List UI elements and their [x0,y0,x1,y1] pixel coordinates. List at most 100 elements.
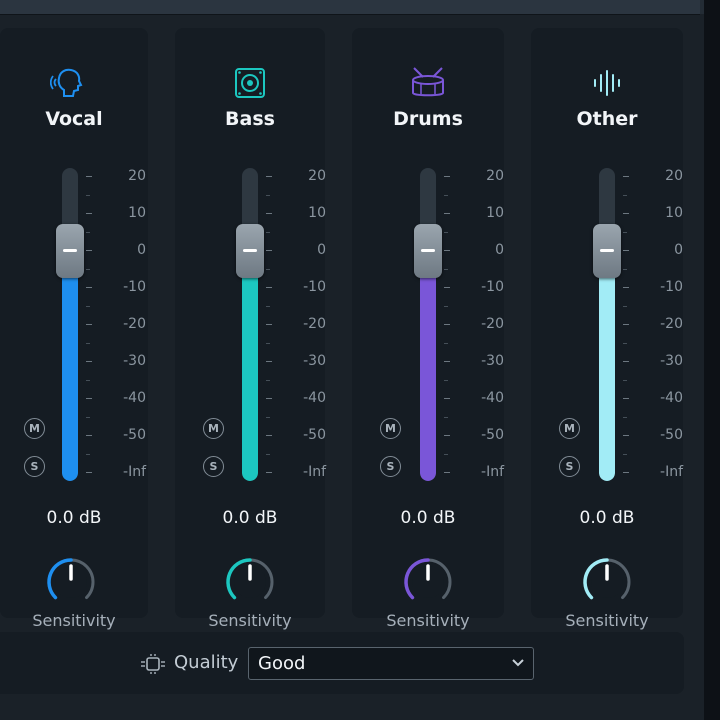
scale-tick [444,213,450,214]
scale-minor-tick [623,305,627,307]
chevron-down-icon [512,659,524,667]
scale-minor-tick [266,194,270,196]
solo-button[interactable]: S [24,456,45,477]
scale-tick [266,435,272,436]
scale-label: -20 [123,316,146,332]
scale-label: -Inf [660,464,683,480]
strip-name: Other [576,108,638,130]
scale-tick [266,324,272,325]
fader-track[interactable] [599,168,615,481]
waveform-icon [594,70,620,96]
vocal-head-icon [50,68,83,97]
scale-label: -10 [481,279,504,295]
scale-minor-tick [86,194,90,196]
fader-handle[interactable] [56,224,84,278]
chip-icon [141,654,165,674]
scale-minor-tick [444,305,448,307]
db-value: 0.0 dB [222,508,278,528]
scale-minor-tick [86,416,90,418]
sensitivity-knob[interactable] [402,556,454,608]
scale-label: -40 [303,390,326,406]
sensitivity-knob[interactable] [45,556,97,608]
solo-button[interactable]: S [380,456,401,477]
scale-minor-tick [444,231,448,233]
fader-track[interactable] [62,168,78,481]
mute-button[interactable]: M [380,418,401,439]
scale-tick [266,361,272,362]
mute-button[interactable]: M [24,418,45,439]
fader-scale: 20 10 0 -10 -20 -30 -40 -50 -Inf [86,168,146,488]
sensitivity-label: Sensitivity [208,611,292,630]
scale-label: -30 [660,353,683,369]
scale-minor-tick [623,231,627,233]
sensitivity-label: Sensitivity [32,611,116,630]
scale-tick [444,472,450,473]
quality-value: Good [258,653,306,674]
scale-tick [444,398,450,399]
quality-label: Quality [174,652,239,673]
mute-button[interactable]: M [559,418,580,439]
scale-tick [444,361,450,362]
strip-bass: Bass 20 10 0 -10 -20 -30 -40 -50 -Inf M S 0.0 dB… [175,28,326,630]
db-value: 0.0 dB [579,508,635,528]
scale-label: -20 [660,316,683,332]
scale-tick [86,250,92,251]
scale-minor-tick [444,342,448,344]
scale-minor-tick [86,231,90,233]
scale-label: -30 [481,353,504,369]
scale-minor-tick [266,379,270,381]
scale-label: -40 [481,390,504,406]
fader-track[interactable] [242,168,258,481]
scale-minor-tick [86,453,90,455]
scale-tick [444,287,450,288]
scale-minor-tick [86,305,90,307]
scale-minor-tick [623,453,627,455]
scale-tick [623,361,629,362]
solo-button[interactable]: S [203,456,224,477]
scale-minor-tick [444,194,448,196]
solo-button[interactable]: S [559,456,580,477]
scale-label: 10 [486,205,504,221]
strip-other: Other 20 10 0 -10 -20 -30 -40 -50 -Inf M S 0.0 d… [531,28,683,630]
quality-dropdown[interactable]: Good [248,647,534,680]
scale-label: 20 [665,168,683,184]
scale-minor-tick [266,268,270,270]
scale-label: 10 [128,205,146,221]
fader-handle[interactable] [414,224,442,278]
scale-minor-tick [266,305,270,307]
scale-tick [86,176,92,177]
scale-tick [266,176,272,177]
scale-label: -50 [660,427,683,443]
fader-handle[interactable] [236,224,264,278]
scale-minor-tick [444,416,448,418]
scale-tick [266,398,272,399]
fader-track[interactable] [420,168,436,481]
scale-minor-tick [623,379,627,381]
sensitivity-knob[interactable] [224,556,276,608]
scale-label: -30 [123,353,146,369]
scale-tick [623,435,629,436]
scale-minor-tick [444,453,448,455]
scale-label: -Inf [303,464,326,480]
scale-minor-tick [86,268,90,270]
scale-tick [86,472,92,473]
scale-label: -10 [123,279,146,295]
scale-tick [266,472,272,473]
fader-scale: 20 10 0 -10 -20 -30 -40 -50 -Inf [266,168,326,488]
scale-tick [623,250,629,251]
scale-label: 10 [308,205,326,221]
scale-minor-tick [623,268,627,270]
db-value: 0.0 dB [400,508,456,528]
speaker-icon [235,68,265,98]
mute-button[interactable]: M [203,418,224,439]
scale-label: -30 [303,353,326,369]
scale-label: -50 [303,427,326,443]
sensitivity-knob[interactable] [581,556,633,608]
fader-handle[interactable] [593,224,621,278]
scale-minor-tick [623,342,627,344]
scale-label: -50 [481,427,504,443]
scale-minor-tick [266,342,270,344]
sensitivity-label: Sensitivity [565,611,649,630]
scale-label: 0 [317,242,326,258]
scale-tick [86,324,92,325]
